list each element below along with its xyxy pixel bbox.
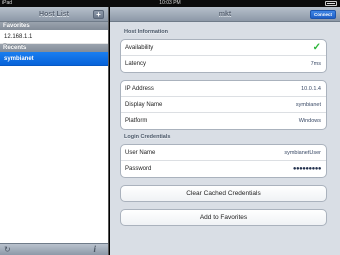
host-list-panel: Host List + Favorites 12.168.1.1 Recents… <box>0 7 109 255</box>
password-row[interactable]: Password ●●●●●●●●● <box>121 161 326 177</box>
recents-header: Recents <box>0 44 108 52</box>
network-group: IP Address 10.0.1.4 Display Name symbian… <box>120 80 327 130</box>
platform-value: Windows <box>298 118 321 124</box>
platform-row[interactable]: Platform Windows <box>121 113 326 129</box>
status-bar: iPad 10:03 PM <box>0 0 340 7</box>
host-list-navbar: Host List + <box>0 7 108 22</box>
host-list-title: Host List <box>39 11 69 18</box>
ip-address-value: 10.0.1.4 <box>301 86 321 92</box>
username-field[interactable]: symbianetUser <box>284 145 321 161</box>
add-host-button[interactable]: + <box>93 10 104 19</box>
connect-button[interactable]: Connect <box>310 10 336 19</box>
favorites-header: Favorites <box>0 22 108 30</box>
clock: 10:03 PM <box>159 0 181 6</box>
platform-label: Platform <box>125 118 148 124</box>
latency-row: Latency 7ms <box>121 56 326 72</box>
latency-value: 7ms <box>310 61 321 67</box>
password-field[interactable]: ●●●●●●●●● <box>293 161 322 177</box>
latency-label: Latency <box>125 61 147 67</box>
credentials-group: User Name symbianetUser Password ●●●●●●●… <box>120 144 327 178</box>
clear-cached-credentials-button[interactable]: Clear Cached Credentials <box>120 185 327 202</box>
host-detail-panel: mkt Connect Host Information Availabilit… <box>110 7 340 255</box>
password-label: Password <box>125 166 152 172</box>
host-list-toolbar: ↻ i <box>0 243 108 255</box>
recent-item[interactable]: symbianet <box>0 52 108 66</box>
detail-navbar: mkt Connect <box>110 7 340 22</box>
host-info-header: Host Information <box>124 29 168 35</box>
display-name-value: symbianet <box>295 102 321 108</box>
battery-icon <box>325 1 337 6</box>
ip-address-row[interactable]: IP Address 10.0.1.4 <box>121 81 326 97</box>
host-info-group: Availability ✓ Latency 7ms <box>120 39 327 73</box>
detail-title: mkt <box>218 11 232 18</box>
availability-label: Availability <box>125 45 154 51</box>
username-label: User Name <box>125 150 156 156</box>
info-icon[interactable]: i <box>93 244 96 254</box>
availability-row: Availability ✓ <box>121 40 326 56</box>
ip-address-label: IP Address <box>125 86 154 92</box>
login-credentials-header: Login Credentials <box>124 134 171 140</box>
favorite-item[interactable]: 12.168.1.1 <box>0 30 108 44</box>
display-name-label: Display Name <box>125 102 163 108</box>
username-row[interactable]: User Name symbianetUser <box>121 145 326 161</box>
add-to-favorites-button[interactable]: Add to Favorites <box>120 209 327 226</box>
display-name-row[interactable]: Display Name symbianet <box>121 97 326 113</box>
check-icon: ✓ <box>312 42 321 53</box>
refresh-icon[interactable]: ↻ <box>4 245 11 254</box>
